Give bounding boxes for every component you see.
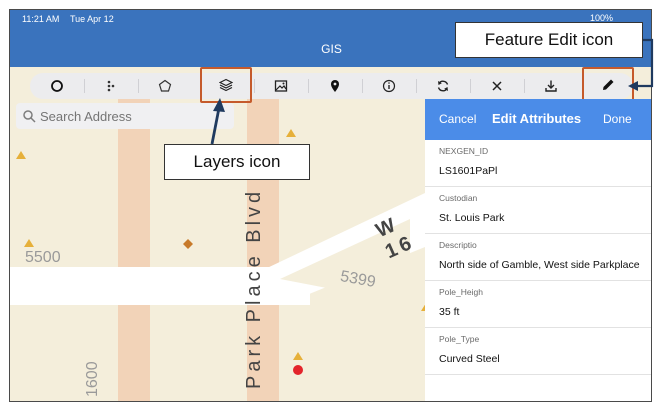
layers-callout: Layers icon	[164, 144, 310, 180]
edit-attributes-panel: Cancel Edit Attributes Done NEXGEN_ID LS…	[425, 99, 651, 401]
attribute-field[interactable]: Pole_Heigh 35 ft	[425, 281, 651, 328]
field-label: Pole_Heigh	[439, 287, 483, 297]
circle-icon	[51, 80, 63, 92]
status-date: Tue Apr 12	[70, 14, 114, 24]
field-label: Pole_Type	[439, 334, 480, 344]
info-icon	[382, 79, 396, 93]
layers-icon	[219, 78, 233, 92]
download-tool[interactable]	[524, 73, 578, 99]
download-icon	[545, 80, 557, 92]
attribute-field[interactable]: Descriptio North side of Gamble, West si…	[425, 234, 651, 281]
feature-edit-callout: Feature Edit icon	[455, 22, 643, 58]
pin-tool[interactable]	[308, 73, 362, 99]
circle-tool[interactable]	[30, 73, 84, 99]
map-label: 5500	[25, 249, 61, 266]
street-label: Park Place Blvd	[243, 187, 265, 389]
image-icon	[274, 80, 288, 92]
pentagon-icon	[158, 79, 172, 92]
polygon-tool[interactable]	[138, 73, 192, 99]
edit-tool[interactable]	[582, 67, 634, 103]
done-button[interactable]: Done	[603, 112, 632, 126]
field-value[interactable]: 35 ft	[439, 306, 459, 318]
refresh-tool[interactable]	[416, 73, 470, 99]
map-marker	[286, 129, 296, 137]
field-value[interactable]: St. Louis Park	[439, 212, 504, 224]
attribute-field[interactable]: NEXGEN_ID LS1601PaPl	[425, 140, 651, 187]
close-icon	[492, 81, 502, 91]
search-input[interactable]	[40, 108, 230, 124]
image-tool[interactable]	[254, 73, 308, 99]
refresh-icon	[437, 80, 449, 92]
selected-feature-marker[interactable]	[293, 365, 303, 375]
info-tool[interactable]	[362, 73, 416, 99]
layers-tool[interactable]	[200, 67, 252, 103]
search-bar[interactable]	[16, 103, 234, 129]
map-marker	[183, 239, 193, 249]
map-marker	[293, 352, 303, 360]
status-time: 11:21 AM	[22, 14, 60, 24]
app-window: 11:21 AM Tue Apr 12 100% GIS 5500 5399 1…	[9, 9, 652, 402]
field-value[interactable]: Curved Steel	[439, 353, 500, 365]
attribute-field[interactable]: Custodian St. Louis Park	[425, 187, 651, 234]
map-marker	[16, 151, 26, 159]
attribute-field[interactable]: Pole_Type Curved Steel	[425, 328, 651, 375]
dots-icon	[107, 80, 115, 92]
field-label: Descriptio	[439, 240, 477, 250]
search-icon	[23, 110, 36, 123]
field-value[interactable]: North side of Gamble, West side Parkplac…	[439, 259, 640, 271]
field-label: Custodian	[439, 193, 478, 203]
map-label: 1600	[84, 361, 101, 397]
multipoint-tool[interactable]	[84, 73, 138, 99]
map-road	[118, 99, 150, 401]
field-value[interactable]: LS1601PaPl	[439, 165, 497, 177]
field-label: NEXGEN_ID	[439, 146, 489, 156]
pencil-icon	[603, 79, 614, 90]
location-pin-icon	[331, 80, 339, 92]
panel-title: Edit Attributes	[492, 111, 582, 126]
toolbar	[30, 67, 634, 103]
cancel-button[interactable]: Cancel	[439, 112, 476, 126]
panel-header: Cancel Edit Attributes Done	[425, 99, 651, 140]
map-marker	[24, 239, 34, 247]
close-tool[interactable]	[470, 73, 524, 99]
